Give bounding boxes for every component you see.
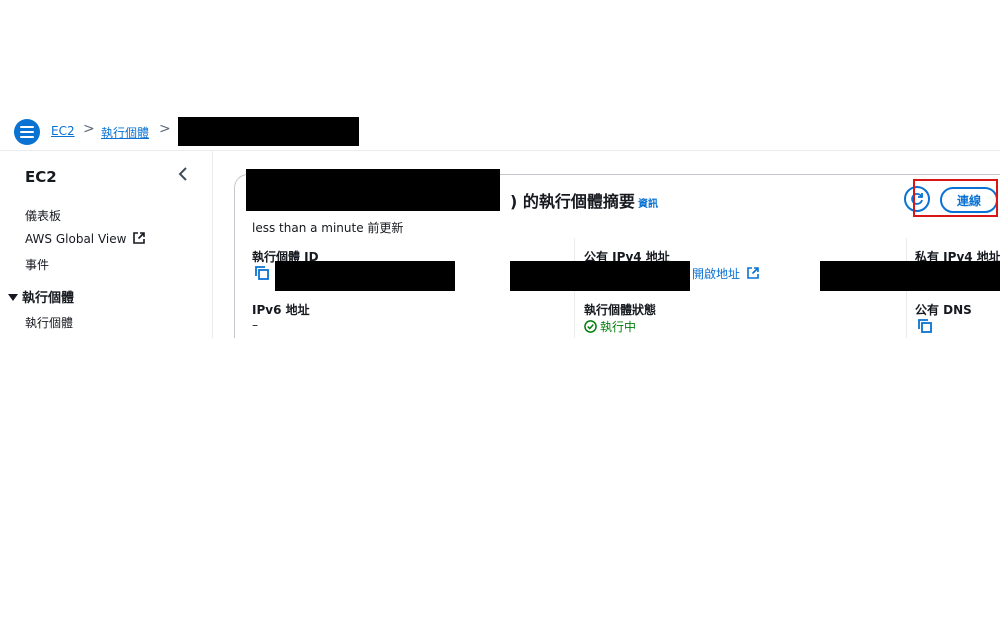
copy-public-dns-button[interactable] — [918, 318, 932, 337]
redacted-private-ipv4 — [820, 261, 1000, 291]
instance-state-value: 執行中 — [584, 318, 636, 335]
sidebar-collapse-button[interactable] — [178, 166, 188, 185]
sidebar-item-instances[interactable]: 執行個體 — [25, 314, 73, 331]
redacted-public-ipv4 — [510, 261, 690, 291]
navigation-menu-button[interactable] — [14, 119, 40, 145]
sidebar-item-global-view[interactable]: AWS Global View — [25, 232, 146, 246]
sidebar-group-label: 執行個體 — [22, 291, 75, 306]
info-link[interactable]: 資訊 — [638, 195, 658, 210]
instance-state-label: 執行個體狀態 — [584, 303, 657, 317]
breadcrumb-separator: > — [83, 121, 95, 137]
chevron-left-icon — [178, 167, 187, 181]
sidebar-item-label: AWS Global View — [25, 232, 127, 246]
success-check-icon — [584, 320, 597, 333]
caret-down-icon — [8, 294, 18, 301]
external-link-icon — [747, 267, 759, 279]
redacted-instance-id — [275, 261, 455, 291]
redacted-breadcrumb-instance — [178, 117, 359, 146]
breadcrumb-ec2-link[interactable]: EC2 — [51, 124, 75, 138]
hamburger-menu-icon — [20, 126, 34, 138]
public-dns-label: 公有 DNS — [915, 303, 972, 317]
ipv6-label: IPv6 地址 — [252, 303, 310, 317]
redacted-instance-name — [246, 169, 500, 211]
open-address-label: 開啟地址 — [692, 267, 741, 281]
instance-state-text: 執行中 — [600, 320, 637, 334]
copy-icon — [918, 319, 932, 333]
open-address-link[interactable]: 開啟地址 — [692, 265, 759, 282]
blank-area — [0, 338, 1000, 625]
copy-instance-id-button[interactable] — [255, 265, 269, 284]
breadcrumb-separator: > — [159, 121, 171, 137]
summary-title: ) 的執行個體摘要 — [510, 192, 635, 211]
sidebar-divider — [212, 151, 213, 341]
highlight-annotation-box — [913, 179, 998, 217]
sidebar-item-events[interactable]: 事件 — [25, 256, 49, 273]
sidebar-group-instances[interactable]: 執行個體 — [8, 287, 74, 306]
last-updated-text: less than a minute 前更新 — [252, 221, 404, 235]
ipv6-value: – — [252, 318, 258, 332]
copy-icon — [255, 266, 269, 280]
sidebar-item-dashboard[interactable]: 儀表板 — [25, 207, 61, 224]
sidebar-title: EC2 — [25, 168, 57, 186]
external-link-icon — [133, 232, 146, 244]
breadcrumb-instances-link[interactable]: 執行個體 — [101, 124, 149, 141]
